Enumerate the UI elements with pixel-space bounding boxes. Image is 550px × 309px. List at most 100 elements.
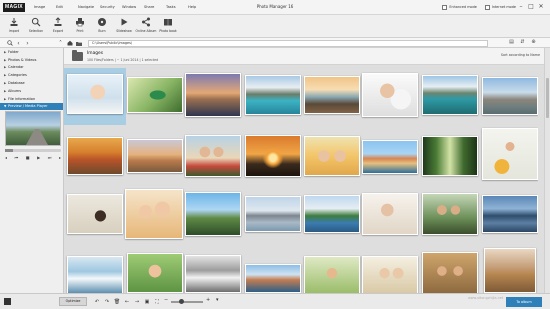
forward-icon[interactable]: ⏭ [48,155,52,160]
fit-icon[interactable]: ▣ [142,297,152,306]
photo-thumbnail[interactable] [482,128,538,180]
up-icon[interactable]: ˄ [56,39,65,47]
internet-mode-checkbox[interactable] [484,4,490,10]
sidebar-item-categories[interactable]: ▶ Categories [0,71,63,79]
vertical-scrollbar[interactable] [544,48,550,293]
photo-thumbnail[interactable] [362,193,418,235]
close-button[interactable]: ✕ [536,3,546,11]
search-icon[interactable] [5,39,14,47]
optimize-button[interactable]: Optimize [59,297,87,306]
menu-edit[interactable]: Edit [56,5,78,9]
preview-image [5,111,61,146]
photo-thumbnail[interactable] [185,255,241,293]
zoom-dropdown-icon[interactable]: ▾ [216,297,219,303]
photo-thumbnail[interactable] [422,193,478,235]
photo-thumbnail[interactable] [245,196,301,232]
online-album-button[interactable]: Online Album [135,15,157,37]
photo-thumbnail[interactable] [362,140,418,174]
sidebar-item-albums[interactable]: ▶ Albums [0,87,63,95]
menu-navigate[interactable]: Navigate [78,5,100,9]
photo-thumbnail[interactable] [185,135,241,177]
enhanced-mode-checkbox[interactable] [442,4,448,10]
photo-thumbnail[interactable] [185,192,241,236]
menu-security[interactable]: Security [100,5,122,9]
zoom-in-icon[interactable]: + [206,297,210,303]
minimize-button[interactable]: – [516,3,526,11]
photo-thumbnail[interactable] [484,248,536,293]
sidebar-item-calendar[interactable]: ▶ Calendar [0,64,63,72]
photo-thumbnail[interactable] [482,195,538,233]
scrollbar-thumb[interactable] [546,78,549,118]
photo-thumbnail[interactable] [245,264,301,293]
photo-thumbnail[interactable] [362,256,418,293]
photo-thumbnail[interactable] [304,76,360,114]
to-album-button[interactable]: To album [506,297,542,307]
sidebar-item-photos-videos[interactable]: ▶ Photos & Videos [0,56,63,64]
forward-icon[interactable]: › [23,39,32,47]
arrow-right-icon[interactable]: → [132,297,142,306]
internet-mode-toggle[interactable]: Internet mode [484,4,516,10]
photo-thumbnail[interactable] [422,75,478,115]
stop-square-icon[interactable] [4,298,11,305]
path-input[interactable] [88,39,488,47]
next-icon[interactable]: ▸ [59,155,61,160]
photo-thumbnail[interactable] [245,135,301,177]
menu-window[interactable]: Window [122,5,144,9]
menu-image[interactable]: Image [34,5,56,9]
stop-icon[interactable]: ■ [26,155,30,160]
photo-thumbnail[interactable] [422,252,478,293]
menu-share[interactable]: Share [144,5,166,9]
photo-thumbnail[interactable] [304,136,360,176]
filter-icon[interactable]: ⇵ [517,39,528,45]
zoom-slider[interactable] [171,299,203,304]
fullscreen-icon[interactable]: ⛶ [152,297,162,306]
export-button[interactable]: Export [47,15,69,37]
photo-thumbnail[interactable] [67,256,123,293]
delete-icon[interactable]: 🗑 [112,297,122,306]
sidebar-item-database[interactable]: ▶ Database [0,79,63,87]
photo-thumbnail[interactable] [67,194,123,234]
enhanced-mode-toggle[interactable]: Enhanced mode [442,4,477,10]
maximize-button[interactable]: □ [526,3,536,11]
redo-icon[interactable]: ↷ [102,297,112,306]
menu-help[interactable]: Help [188,5,210,9]
menu-tasks[interactable]: Tasks [166,5,188,9]
rewind-icon[interactable]: ⏮ [15,155,19,160]
selection-button[interactable]: Selection [25,15,47,37]
zoom-slider-handle[interactable] [179,299,184,304]
sidebar-item-folder[interactable]: ▶ Folder [0,48,63,56]
zoom-out-icon[interactable]: − [164,297,168,303]
sort-dropdown[interactable]: Sort according to Name [501,53,540,57]
prev-icon[interactable]: ◂ [5,155,7,160]
slideshow-button[interactable]: Slideshow [113,15,135,37]
photo-thumbnail[interactable] [185,73,241,117]
back-icon[interactable]: ‹ [14,39,23,47]
print-icon [74,17,86,27]
sidebar-item-preview-player[interactable]: ▼ Preview / Media Player [0,102,63,111]
photo-book-button[interactable]: Photo book [157,15,179,37]
photo-thumbnail[interactable] [125,189,183,239]
photo-thumbnail[interactable] [482,77,538,115]
arrow-left-icon[interactable]: ← [122,297,132,306]
photo-thumbnail[interactable] [304,195,360,233]
burn-button[interactable]: Burn [91,15,113,37]
photo-thumbnail[interactable] [422,136,478,176]
photo-thumbnail[interactable] [127,253,183,293]
home-icon[interactable] [65,39,74,47]
play-icon[interactable]: ▶ [37,155,40,160]
photo-thumbnail[interactable] [127,139,183,173]
photo-thumbnail[interactable] [127,77,183,113]
photo-thumbnail[interactable] [67,137,123,175]
folder-nav-icon[interactable] [74,39,83,47]
photo-thumbnail[interactable] [67,74,123,114]
preview-scrubber[interactable] [5,149,61,152]
photo-thumbnail[interactable] [245,75,301,115]
photo-thumbnail[interactable] [304,256,360,293]
undo-icon[interactable]: ↶ [92,297,102,306]
sidebar-item-file-information[interactable]: ▶ File information [0,95,63,103]
zoom-view-icon[interactable]: ⊕ [528,39,539,45]
view-mode-icon[interactable]: ▤ [506,39,517,45]
import-button[interactable]: Import [3,15,25,37]
print-button[interactable]: Print [69,15,91,37]
photo-thumbnail[interactable] [362,73,418,117]
